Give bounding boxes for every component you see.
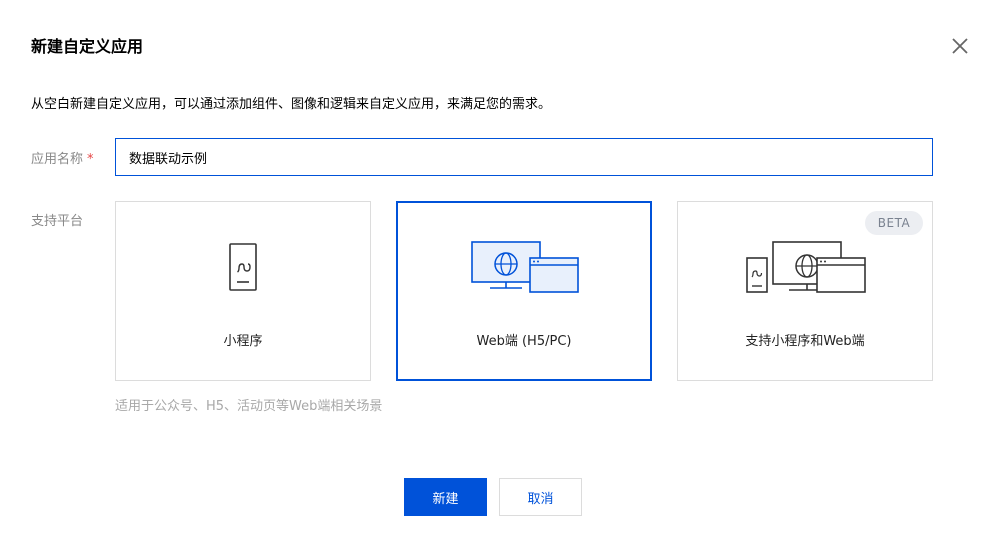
dialog-title: 新建自定义应用 (31, 37, 144, 56)
web-browser-monitor-icon (398, 240, 650, 296)
close-icon[interactable] (950, 36, 970, 56)
platform-card-label: Web端 (H5/PC) (476, 334, 572, 349)
platform-card-label: 支持小程序和Web端 (745, 334, 865, 349)
app-name-input[interactable] (115, 138, 933, 176)
platform-hint: 适用于公众号、H5、活动页等Web端相关场景 (115, 399, 383, 414)
create-button[interactable]: 新建 (404, 478, 487, 516)
app-name-label: 应用名称 * (31, 148, 94, 167)
required-mark: * (87, 152, 94, 167)
dialog-description: 从空白新建自定义应用，可以通过添加组件、图像和逻辑来自定义应用，来满足您的需求。 (31, 97, 552, 112)
platform-card-miniprogram-and-web[interactable]: BETA 支持小程序和Web端 (677, 201, 933, 381)
cancel-button[interactable]: 取消 (499, 478, 582, 516)
mobile-web-combined-icon (678, 240, 932, 296)
platform-card-miniprogram[interactable]: 小程序 (115, 201, 371, 381)
platform-card-label: 小程序 (223, 334, 263, 349)
platform-card-web[interactable]: Web端 (H5/PC) (396, 201, 652, 381)
mobile-miniprogram-icon (116, 240, 370, 296)
beta-badge: BETA (865, 211, 923, 235)
new-custom-app-dialog: 新建自定义应用 从空白新建自定义应用，可以通过添加组件、图像和逻辑来自定义应用，… (0, 0, 997, 546)
platform-label: 支持平台 (31, 214, 84, 229)
app-name-label-text: 应用名称 (31, 152, 84, 167)
